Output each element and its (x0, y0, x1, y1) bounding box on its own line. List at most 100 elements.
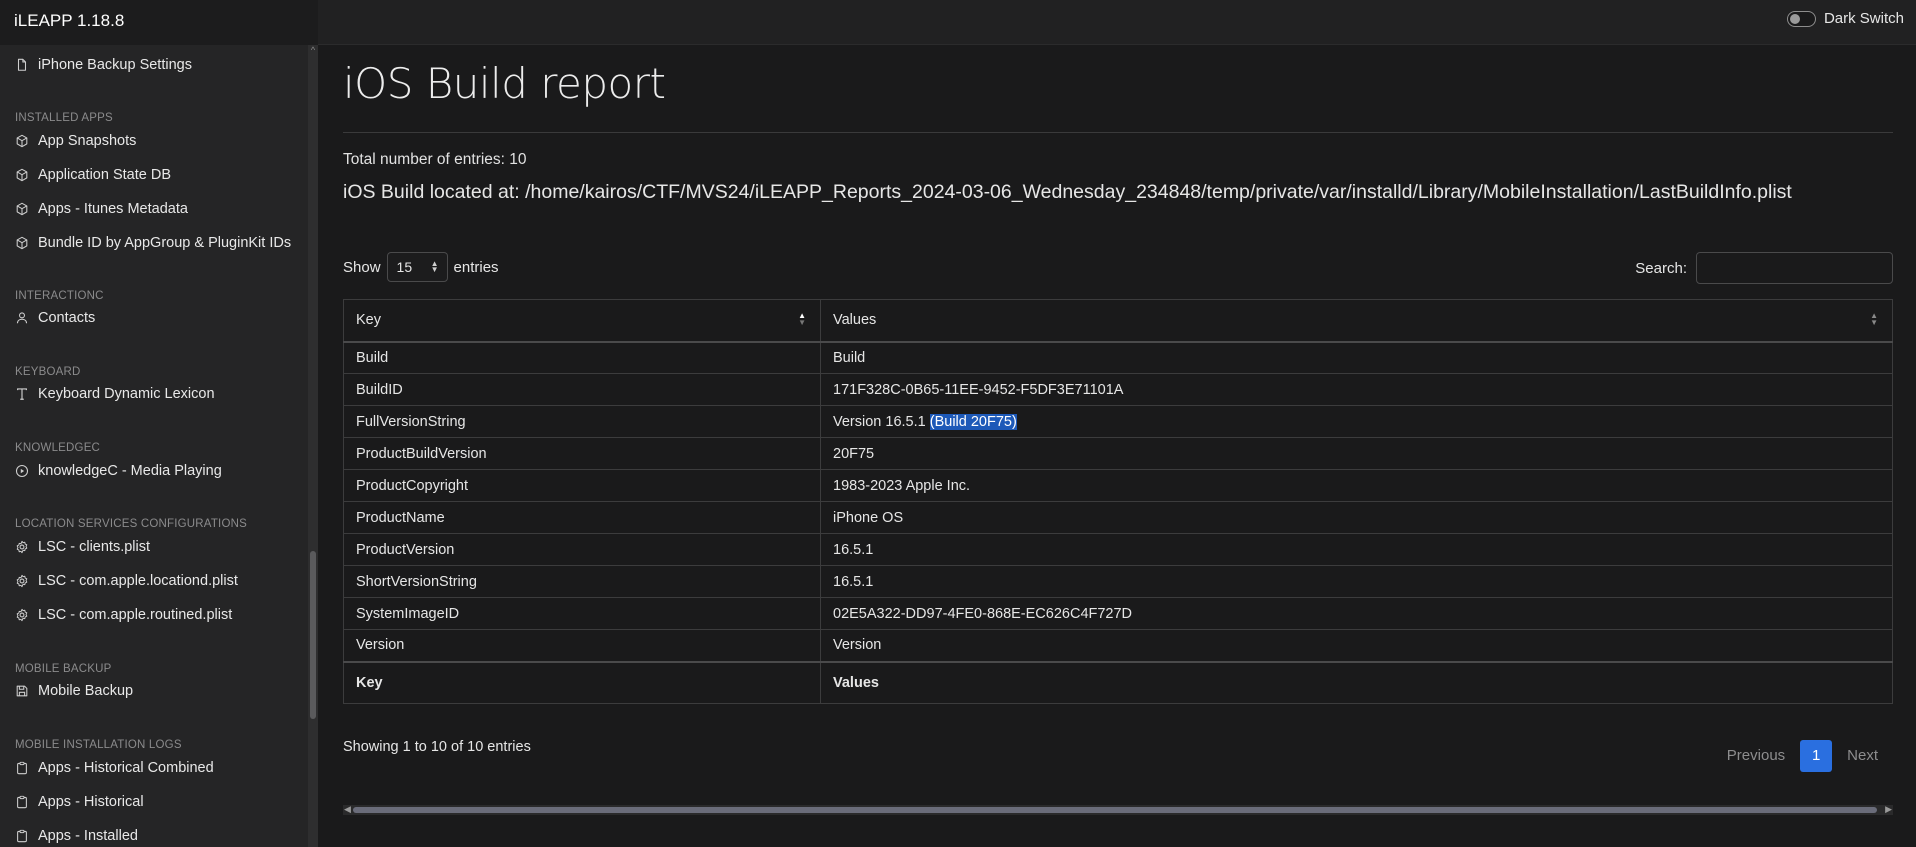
sidebar-item-bundle-id-by-appgroup-pluginkit-ids[interactable]: Bundle ID by AppGroup & PluginKit IDs (15, 231, 291, 255)
cell-value: 16.5.1 (820, 565, 1893, 598)
play-circle-icon (15, 464, 29, 478)
page-length-control: Show 15 ▲ ▼ entries (343, 252, 499, 282)
package-icon (16, 202, 28, 216)
file-icon (17, 58, 27, 71)
page-title: iOS Build report (343, 59, 666, 108)
cell-value: 16.5.1 (820, 533, 1893, 566)
dark-switch[interactable]: Dark Switch (1786, 10, 1904, 27)
search-control: Search: (1635, 252, 1893, 284)
page-1-button[interactable]: 1 (1800, 740, 1833, 772)
sidebar-item-label: Contacts (38, 310, 96, 326)
sidebar-item-label: Keyboard Dynamic Lexicon (38, 386, 215, 402)
sidebar-section-heading: MOBILE INSTALLATION LOGS (15, 739, 182, 751)
sidebar-item-label: Apps - Installed (38, 828, 138, 844)
column-header-key[interactable]: Key ▲ ▼ (343, 299, 821, 343)
cell-value: 171F328C-0B65-11EE-9452-F5DF3E71101A (820, 373, 1893, 406)
search-label: Search: (1635, 259, 1687, 277)
sidebar-item-lsc-com-apple-routined-plist[interactable]: LSC - com.apple.routined.plist (15, 603, 232, 627)
sidebar-item-iphone-backup-settings[interactable]: iPhone Backup Settings (15, 53, 192, 77)
table-info: Showing 1 to 10 of 10 entries (343, 739, 531, 755)
sidebar-item-apps-historical[interactable]: Apps - Historical (15, 790, 144, 814)
sort-ascending-icon: ▲ ▼ (798, 311, 806, 327)
table-row: FullVersionString Version 16.5.1 (Build 2… (343, 405, 1893, 438)
dark-switch-toggle[interactable] (1786, 10, 1816, 27)
cell-key: ShortVersionString (343, 565, 821, 598)
user-icon (16, 312, 28, 324)
table-row: ProductVersion 16.5.1 (343, 533, 1893, 566)
cell-key: SystemImageID (343, 597, 821, 630)
sidebar-section-heading: KNOWLEDGEC (15, 442, 101, 454)
entries-label: entries (453, 258, 499, 276)
main-content: iOS Build report Total number of entries… (343, 45, 1893, 847)
sidebar-section-heading: MOBILE BACKUP (15, 663, 112, 675)
package-icon (16, 168, 28, 182)
sort-icon: ▲ ▼ (1870, 311, 1878, 327)
table-row: Version Version (343, 629, 1893, 662)
cell-key: FullVersionString (343, 405, 821, 438)
sidebar-item-label: knowledgeC - Media Playing (38, 463, 222, 479)
cell-key: ProductName (343, 501, 821, 534)
next-button[interactable]: Next (1832, 740, 1893, 772)
table-row: ProductBuildVersion 20F75 (343, 437, 1893, 470)
sidebar-item-lsc-clients-plist[interactable]: LSC - clients.plist (15, 535, 150, 559)
cell-value: Build (820, 341, 1893, 374)
table-row: SystemImageID 02E5A322-DD97-4FE0-868E-EC6… (343, 597, 1893, 630)
table-row: BuildID 171F328C-0B65-11EE-9452-F5DF3E711… (343, 373, 1893, 406)
cell-value: Version (820, 629, 1893, 662)
column-header-label: Key (356, 312, 381, 329)
sidebar-item-mobile-backup[interactable]: Mobile Backup (15, 679, 133, 703)
sidebar-item-lsc-com-apple-locationd-plist[interactable]: LSC - com.apple.locationd.plist (15, 569, 238, 593)
sidebar-item-apps-historical-combined[interactable]: Apps - Historical Combined (15, 756, 214, 780)
sidebar-section-heading: INTERACTIONC (15, 290, 104, 302)
sidebar-item-knowledgec-media-playing[interactable]: knowledgeC - Media Playing (15, 459, 222, 483)
sidebar-item-label: LSC - com.apple.locationd.plist (38, 573, 238, 589)
total-entries: Total number of entries: 10 (343, 151, 527, 168)
cell-key: Build (343, 341, 821, 374)
app-title[interactable]: iLEAPP 1.18.8 (0, 0, 318, 45)
cell-key: ProductCopyright (343, 469, 821, 502)
cell-value: Version 16.5.1 (Build 20F75) (820, 405, 1893, 438)
horizontal-scrollbar-thumb[interactable] (353, 807, 1877, 813)
column-header-values[interactable]: Values ▲ ▼ (820, 299, 1893, 343)
data-table: Key ▲ ▼ Values ▲ ▼ Build Build BuildID 171F32… (343, 299, 1893, 704)
search-input[interactable] (1696, 252, 1893, 284)
sidebar-item-app-snapshots[interactable]: App Snapshots (15, 129, 136, 153)
cell-value: iPhone OS (820, 501, 1893, 534)
scroll-right-icon[interactable]: ▶ (1885, 804, 1892, 815)
clipboard-icon (17, 761, 27, 775)
type-icon (17, 388, 27, 400)
file-location: iOS Build located at: /home/kairos/CTF/M… (343, 181, 1792, 203)
sidebar-item-apps-itunes-metadata[interactable]: Apps - Itunes Metadata (15, 197, 188, 221)
table-row: ShortVersionString 16.5.1 (343, 565, 1893, 598)
select-arrows-icon: ▲ ▼ (430, 259, 439, 274)
sidebar-item-label: Application State DB (38, 167, 171, 183)
sidebar-item-contacts[interactable]: Contacts (15, 306, 95, 330)
sidebar-item-label: LSC - com.apple.routined.plist (38, 607, 233, 623)
settings-icon (16, 608, 28, 622)
previous-button[interactable]: Previous (1712, 740, 1800, 772)
cell-value: 02E5A322-DD97-4FE0-868E-EC626C4F727D (820, 597, 1893, 630)
sidebar-item-application-state-db[interactable]: Application State DB (15, 163, 171, 187)
text-selection: (Build 20F75) (929, 413, 1017, 430)
scroll-left-icon[interactable]: ◀ (344, 804, 351, 815)
cell-value: 20F75 (820, 437, 1893, 470)
sidebar-item-label: Bundle ID by AppGroup & PluginKit IDs (38, 235, 292, 251)
sidebar-item-label: iPhone Backup Settings (38, 57, 192, 73)
table-row: Build Build (343, 341, 1893, 374)
column-header-label: Values (833, 312, 877, 329)
scroll-up-icon[interactable]: ^ (309, 45, 317, 55)
sidebar-item-label: Mobile Backup (38, 683, 134, 699)
table-body: Build Build BuildID 171F328C-0B65-11EE-9452… (343, 341, 1893, 662)
clipboard-icon (17, 829, 27, 843)
save-icon (16, 685, 28, 697)
footer-values: Values (820, 660, 1893, 704)
sidebar-item-keyboard-dynamic-lexicon[interactable]: Keyboard Dynamic Lexicon (15, 382, 215, 406)
page-length-select[interactable]: 15 ▲ ▼ (386, 252, 448, 282)
sidebar-scrollbar-thumb[interactable] (310, 551, 316, 719)
sidebar-scrollbar[interactable]: ^ (308, 45, 318, 847)
settings-icon (16, 574, 28, 588)
sidebar-item-apps-installed[interactable]: Apps - Installed (15, 824, 138, 847)
cell-value: 1983-2023 Apple Inc. (820, 469, 1893, 502)
cell-key: ProductVersion (343, 533, 821, 566)
horizontal-scrollbar[interactable]: ◀ ▶ (343, 804, 1893, 815)
